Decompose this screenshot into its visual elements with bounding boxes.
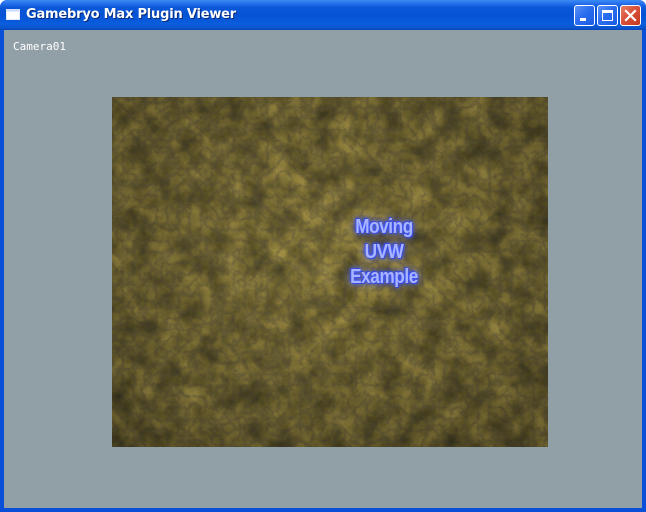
render-area[interactable]: Camera01 Moving UVW Example <box>4 30 642 508</box>
close-button[interactable] <box>620 5 641 26</box>
title-bar[interactable]: Gamebryo Max Plugin Viewer <box>0 0 646 30</box>
overlay-line-1: Moving UVW <box>355 216 413 263</box>
maximize-button[interactable] <box>597 5 618 26</box>
moving-uvw-text: Moving UVW Example <box>335 215 433 290</box>
window-icon <box>6 9 20 20</box>
app-window: Gamebryo Max Plugin Viewer Camera01 Movi… <box>0 0 646 512</box>
minimize-button[interactable] <box>574 5 595 26</box>
rock-texture <box>112 97 548 447</box>
close-icon <box>624 9 637 22</box>
maximize-icon <box>602 10 613 21</box>
overlay-line-2: Example <box>350 266 418 288</box>
minimize-icon <box>580 18 586 21</box>
rendered-scene[interactable]: Moving UVW Example <box>112 97 548 447</box>
window-title: Gamebryo Max Plugin Viewer <box>26 7 236 22</box>
camera-label: Camera01 <box>13 40 66 53</box>
